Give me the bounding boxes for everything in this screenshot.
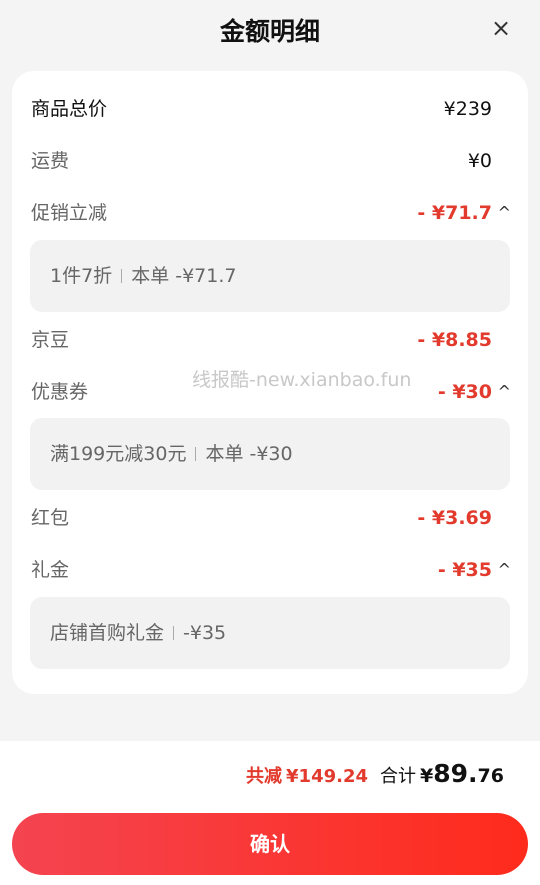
jingdou-label: 京豆 — [31, 329, 70, 351]
total-currency: ¥ — [420, 765, 434, 787]
reduce-amount: ¥149.24 — [286, 766, 369, 787]
gift-detail-right: -¥35 — [183, 622, 227, 644]
divider — [195, 447, 197, 461]
gift-detail: 店铺首购礼金 -¥35 — [30, 597, 510, 669]
total-label: 合计 — [380, 766, 417, 787]
shipping-label: 运费 — [31, 150, 70, 172]
promo-value: - ¥71.7 — [417, 202, 492, 224]
coupon-label: 优惠券 — [31, 381, 89, 403]
chevron-up-icon[interactable]: ^ — [498, 375, 511, 409]
total-decimal: 76 — [477, 765, 504, 787]
gift-value: - ¥35 — [437, 559, 492, 581]
shipping-row: 运费 ¥0 — [12, 144, 528, 178]
gift-row[interactable]: 礼金 - ¥35 ^ — [12, 553, 528, 587]
coupon-detail-left: 满199元减30元 — [50, 443, 187, 465]
promo-label: 促销立减 — [31, 202, 108, 224]
coupon-detail: 满199元减30元 本单 -¥30 — [30, 418, 510, 490]
gift-detail-text: 店铺首购礼金 -¥35 — [50, 597, 226, 669]
red-packet-row: 红包 - ¥3.69 — [12, 501, 528, 535]
jingdou-value: - ¥8.85 — [417, 329, 492, 351]
promo-detail-right: 本单 -¥71.7 — [131, 265, 237, 287]
chevron-up-icon[interactable]: ^ — [498, 553, 511, 587]
promo-detail: 1件7折 本单 -¥71.7 — [30, 240, 510, 312]
gift-label: 礼金 — [31, 559, 70, 581]
watermark: 线报酷-new.xianbao.fun — [192, 369, 412, 391]
promo-detail-left: 1件7折 — [50, 265, 113, 287]
promo-row[interactable]: 促销立减 - ¥71.7 ^ — [12, 196, 528, 230]
jingdou-row: 京豆 - ¥8.85 — [12, 323, 528, 357]
summary-bar: 共减 ¥149.24 合计 ¥89.76 — [0, 741, 540, 806]
divider — [121, 269, 123, 283]
divider — [173, 626, 175, 640]
footer: 确认 — [0, 806, 540, 885]
shipping-value: ¥0 — [467, 150, 492, 172]
promo-detail-text: 1件7折 本单 -¥71.7 — [50, 240, 236, 312]
confirm-button[interactable]: 确认 — [12, 813, 528, 875]
coupon-detail-text: 满199元减30元 本单 -¥30 — [50, 418, 293, 490]
coupon-detail-right: 本单 -¥30 — [205, 443, 293, 465]
red-packet-value: - ¥3.69 — [417, 507, 492, 529]
red-packet-label: 红包 — [31, 507, 70, 529]
gift-detail-left: 店铺首购礼金 — [50, 622, 165, 644]
product-total-row: 商品总价 ¥239 — [12, 92, 528, 126]
product-total-label: 商品总价 — [31, 98, 108, 120]
product-total-value: ¥239 — [443, 98, 492, 120]
summary-line: 共减 ¥149.24 合计 ¥89.76 — [246, 741, 504, 810]
reduce-label: 共减 — [246, 766, 283, 787]
close-icon[interactable]: × — [488, 15, 514, 41]
chevron-up-icon[interactable]: ^ — [498, 196, 511, 230]
page-title: 金额明细 — [219, 17, 320, 46]
total-integer: 89. — [433, 759, 478, 788]
coupon-value: - ¥30 — [437, 381, 492, 403]
header: 金额明细 × — [0, 0, 540, 64]
